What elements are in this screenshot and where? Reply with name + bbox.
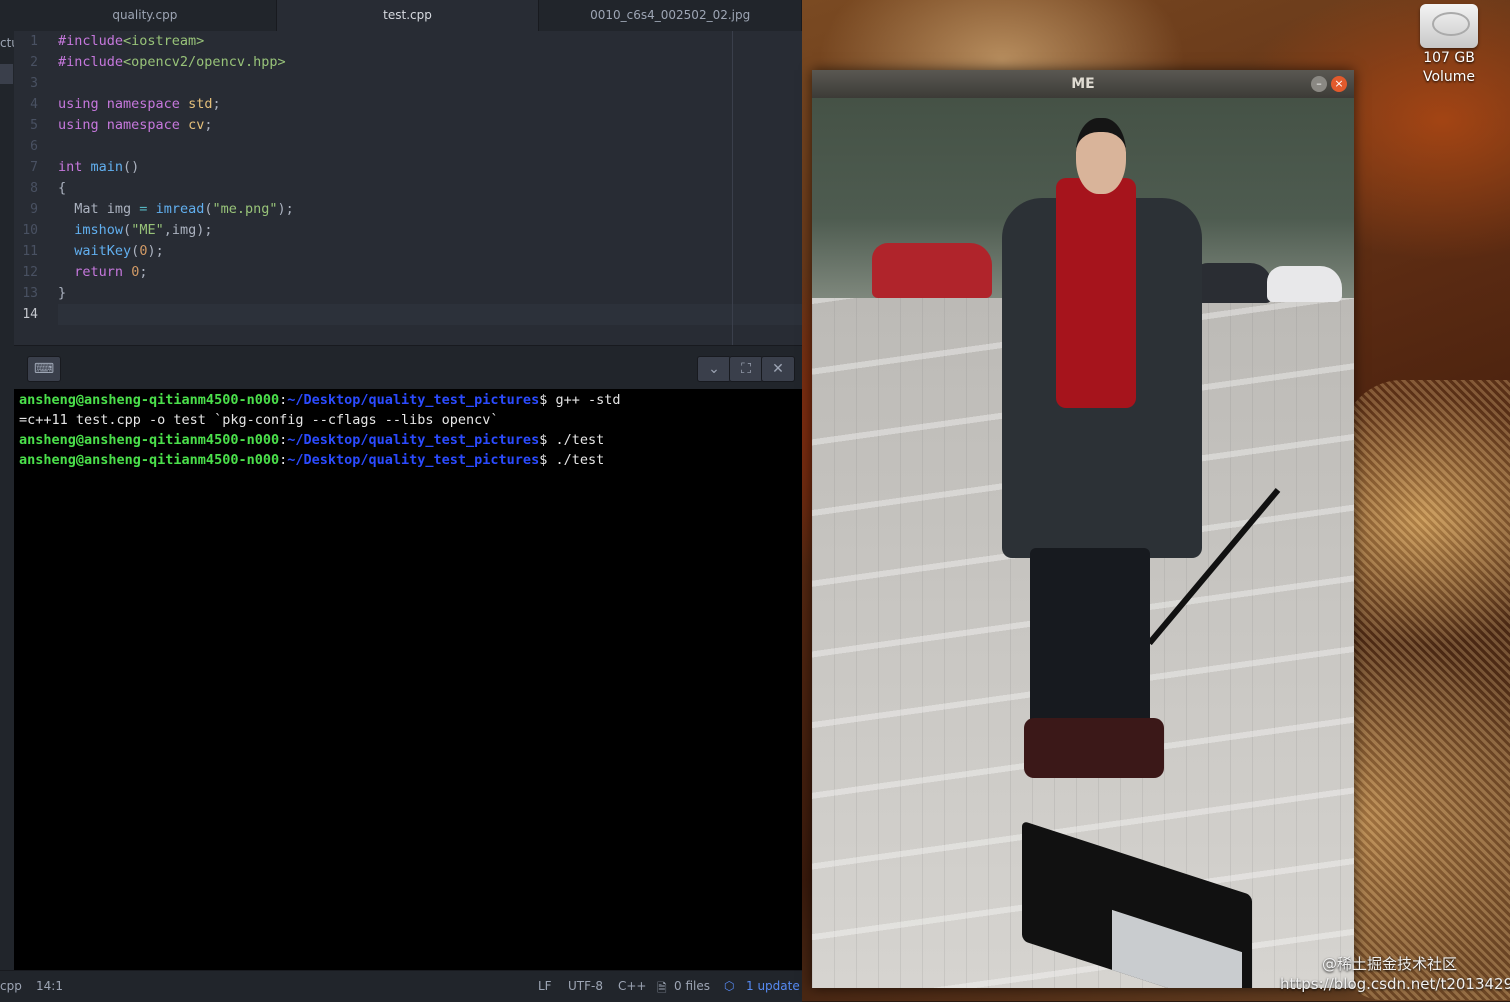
line-number: 4 xyxy=(30,97,38,112)
terminal-line: ansheng@ansheng-qitianm4500-n000:~/Deskt… xyxy=(19,392,621,408)
close-button[interactable]: × xyxy=(1331,76,1347,92)
photo-scarf xyxy=(1056,178,1136,408)
status-bar: cpp 14:1 LF UTF-8 C++ 🗎 0 files ⬡ 1 upda… xyxy=(0,970,802,1002)
terminal-line: ansheng@ansheng-qitianm4500-n000:~/Deskt… xyxy=(19,452,605,468)
window-titlebar[interactable]: ME – × xyxy=(812,70,1354,98)
line-number: 11 xyxy=(22,244,38,259)
code-line[interactable]: #include<opencv2/opencv.hpp> xyxy=(58,52,733,73)
file-icon: 🗎 xyxy=(657,981,667,995)
tree-view-strip: ctu xyxy=(0,0,19,970)
terminal-user: ansheng@ansheng-qitianm4500-n000 xyxy=(19,432,280,448)
drive-label-name: Volume xyxy=(1422,69,1476,85)
tree-view-selection[interactable] xyxy=(0,64,13,84)
line-number: 10 xyxy=(22,223,38,238)
hard-drive-icon xyxy=(1420,4,1478,48)
tab-bar: quality.cpp test.cpp 0010_c6s4_002502_02… xyxy=(14,0,803,31)
terminal-command: $ g++ -std xyxy=(539,392,621,408)
photo-boots xyxy=(1024,718,1164,778)
tab-test-cpp[interactable]: test.cpp xyxy=(276,0,540,31)
code-line[interactable]: #include<iostream> xyxy=(58,31,733,52)
status-grammar-left[interactable]: cpp xyxy=(0,979,22,993)
code-line[interactable] xyxy=(58,304,733,325)
terminal-line: =c++11 test.cpp -o test `pkg-config --cf… xyxy=(19,412,499,428)
photo-laptop-keyboard xyxy=(1112,909,1242,988)
code-line[interactable] xyxy=(58,136,733,157)
watermark-line-1: @稀土掘金技术社区 xyxy=(1322,955,1458,973)
code-line[interactable]: imshow("ME",img); xyxy=(58,220,733,241)
photo-person xyxy=(984,118,1204,788)
terminal-path: ~/Desktop/quality_test_pictures xyxy=(287,452,540,468)
minimize-button[interactable]: – xyxy=(1311,76,1327,92)
terminal-command: $ ./test xyxy=(539,432,605,448)
line-number: 1 xyxy=(30,34,38,49)
line-number-gutter: 1 2 3 4 5 6 7 8 9 10 11 12 13 14 xyxy=(14,31,54,325)
tab-image-jpg[interactable]: 0010_c6s4_002502_02.jpg xyxy=(539,0,803,31)
tab-quality-cpp[interactable]: quality.cpp xyxy=(14,0,277,31)
photo-white-car xyxy=(1267,266,1342,302)
terminal-path: ~/Desktop/quality_test_pictures xyxy=(287,392,540,408)
line-number: 7 xyxy=(30,160,38,175)
keyboard-icon[interactable]: ⌨ xyxy=(27,356,61,382)
drive-label-size: 107 GB xyxy=(1423,50,1475,66)
atom-editor-window: ctu quality.cpp test.cpp 0010_c6s4_00250… xyxy=(0,0,803,1002)
update-link[interactable]: 1 update xyxy=(746,979,800,993)
code-line[interactable]: { xyxy=(58,178,733,199)
drive-volume-icon[interactable]: 107 GB Volume xyxy=(1406,4,1492,86)
code-line[interactable]: return 0; xyxy=(58,262,733,283)
code-line[interactable]: using namespace std; xyxy=(58,94,733,115)
terminal-command: $ ./test xyxy=(539,452,605,468)
displayed-photo xyxy=(812,98,1354,988)
code-line[interactable]: waitKey(0); xyxy=(58,241,733,262)
image-window: ME – × xyxy=(812,70,1354,988)
terminal-path: ~/Desktop/quality_test_pictures xyxy=(287,432,540,448)
code-line[interactable]: Mat img = imread("me.png"); xyxy=(58,199,733,220)
encoding[interactable]: UTF-8 xyxy=(568,979,603,993)
window-title: ME xyxy=(1071,76,1095,92)
package-icon: ⬡ xyxy=(724,979,735,993)
line-number: 8 xyxy=(30,181,38,196)
terminal-panel[interactable]: ansheng@ansheng-qitianm4500-n000:~/Deskt… xyxy=(14,389,802,970)
photo-red-car xyxy=(872,243,992,298)
photo-head xyxy=(1076,118,1126,194)
line-number: 2 xyxy=(30,55,38,70)
chevron-down-icon[interactable]: ⌄ xyxy=(697,356,731,382)
cursor-position[interactable]: 14:1 xyxy=(36,979,63,993)
maximize-icon[interactable]: ⛶ xyxy=(729,356,763,382)
terminal-line: ansheng@ansheng-qitianm4500-n000:~/Deskt… xyxy=(19,432,605,448)
photo-legs xyxy=(1030,548,1150,728)
code-line[interactable]: int main() xyxy=(58,157,733,178)
code-line[interactable] xyxy=(58,73,733,94)
line-ending[interactable]: LF xyxy=(538,979,552,993)
code-lines[interactable]: #include<iostream> #include<opencv2/openc… xyxy=(58,31,733,325)
terminal-toolbar: ⌨ ⌄ ⛶ ✕ xyxy=(14,345,802,390)
line-number: 13 xyxy=(22,286,38,301)
line-number: 6 xyxy=(30,139,38,154)
code-line[interactable]: } xyxy=(58,283,733,304)
code-line[interactable]: using namespace cv; xyxy=(58,115,733,136)
line-number: 5 xyxy=(30,118,38,133)
code-editor[interactable]: 1 2 3 4 5 6 7 8 9 10 11 12 13 14 #includ… xyxy=(14,31,802,345)
watermark-line-2: https://blog.csdn.net/t20134297 xyxy=(1280,975,1510,993)
line-number: 9 xyxy=(30,202,38,217)
terminal-user: ansheng@ansheng-qitianm4500-n000 xyxy=(19,452,280,468)
terminal-user: ansheng@ansheng-qitianm4500-n000 xyxy=(19,392,280,408)
line-number: 14 xyxy=(22,307,38,322)
line-number: 3 xyxy=(30,76,38,91)
close-icon[interactable]: ✕ xyxy=(761,356,795,382)
grammar[interactable]: C++ xyxy=(618,979,647,993)
background-burlap-texture xyxy=(1342,380,1510,1000)
git-files[interactable]: 0 files xyxy=(674,979,710,993)
line-number: 12 xyxy=(22,265,38,280)
watermark: @稀土掘金技术社区 https://blog.csdn.net/t2013429… xyxy=(1280,954,1510,994)
photo-dark-car xyxy=(1192,263,1272,303)
